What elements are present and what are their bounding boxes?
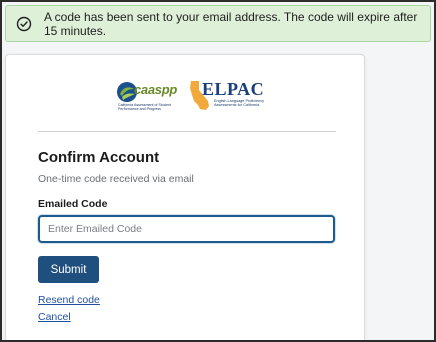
- elpac-tagline: English Language Proficiency Assessments…: [214, 99, 265, 108]
- caaspp-logo: caaspp California Assessment of Student …: [116, 79, 182, 113]
- logos: caaspp California Assessment of Student …: [116, 79, 276, 113]
- page-subtitle: One-time code received via email: [38, 173, 194, 185]
- cancel-link[interactable]: Cancel: [38, 311, 71, 323]
- check-circle-icon: [16, 16, 32, 32]
- alert-message: A code has been sent to your email addre…: [44, 9, 418, 38]
- confirm-account-card: caaspp California Assessment of Student …: [5, 54, 365, 342]
- resend-code-link[interactable]: Resend code: [38, 294, 100, 306]
- success-alert: A code has been sent to your email addre…: [5, 5, 431, 42]
- caaspp-wordmark: caaspp: [134, 82, 178, 97]
- page-title: Confirm Account: [38, 149, 160, 166]
- elpac-logo: ELPAC English Language Proficiency Asses…: [188, 79, 274, 113]
- emailed-code-label: Emailed Code: [38, 198, 108, 210]
- submit-button[interactable]: Submit: [38, 256, 99, 283]
- emailed-code-input[interactable]: [38, 215, 335, 243]
- elpac-wordmark: ELPAC: [202, 79, 265, 99]
- divider: [38, 131, 336, 132]
- caaspp-tagline: California Assessment of Student Perform…: [118, 103, 171, 111]
